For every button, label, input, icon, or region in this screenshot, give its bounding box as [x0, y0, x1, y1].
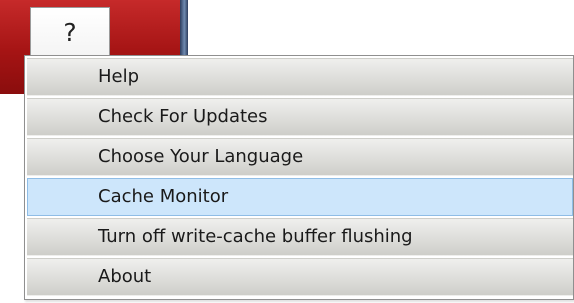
menu-item-label: Choose Your Language: [98, 146, 304, 167]
menu-item-write-cache-flushing[interactable]: Turn off write-cache buffer flushing: [27, 218, 573, 256]
menu-item-label: Turn off write-cache buffer flushing: [98, 226, 413, 247]
question-mark-icon: ?: [63, 18, 77, 47]
menu-item-choose-language[interactable]: Choose Your Language: [27, 138, 573, 176]
menu-item-cache-monitor[interactable]: Cache Monitor: [27, 178, 573, 216]
help-menu-tab[interactable]: ?: [30, 7, 110, 57]
help-dropdown-menu: Help Check For Updates Choose Your Langu…: [24, 55, 574, 300]
menu-item-about[interactable]: About: [27, 258, 573, 296]
menu-item-check-for-updates[interactable]: Check For Updates: [27, 98, 573, 136]
menu-item-label: Check For Updates: [98, 106, 268, 127]
menu-item-label: Help: [98, 66, 140, 87]
menu-item-help[interactable]: Help: [27, 58, 573, 96]
menu-item-label: About: [98, 266, 152, 287]
menu-item-label: Cache Monitor: [98, 186, 229, 207]
window-edge: [180, 0, 188, 60]
